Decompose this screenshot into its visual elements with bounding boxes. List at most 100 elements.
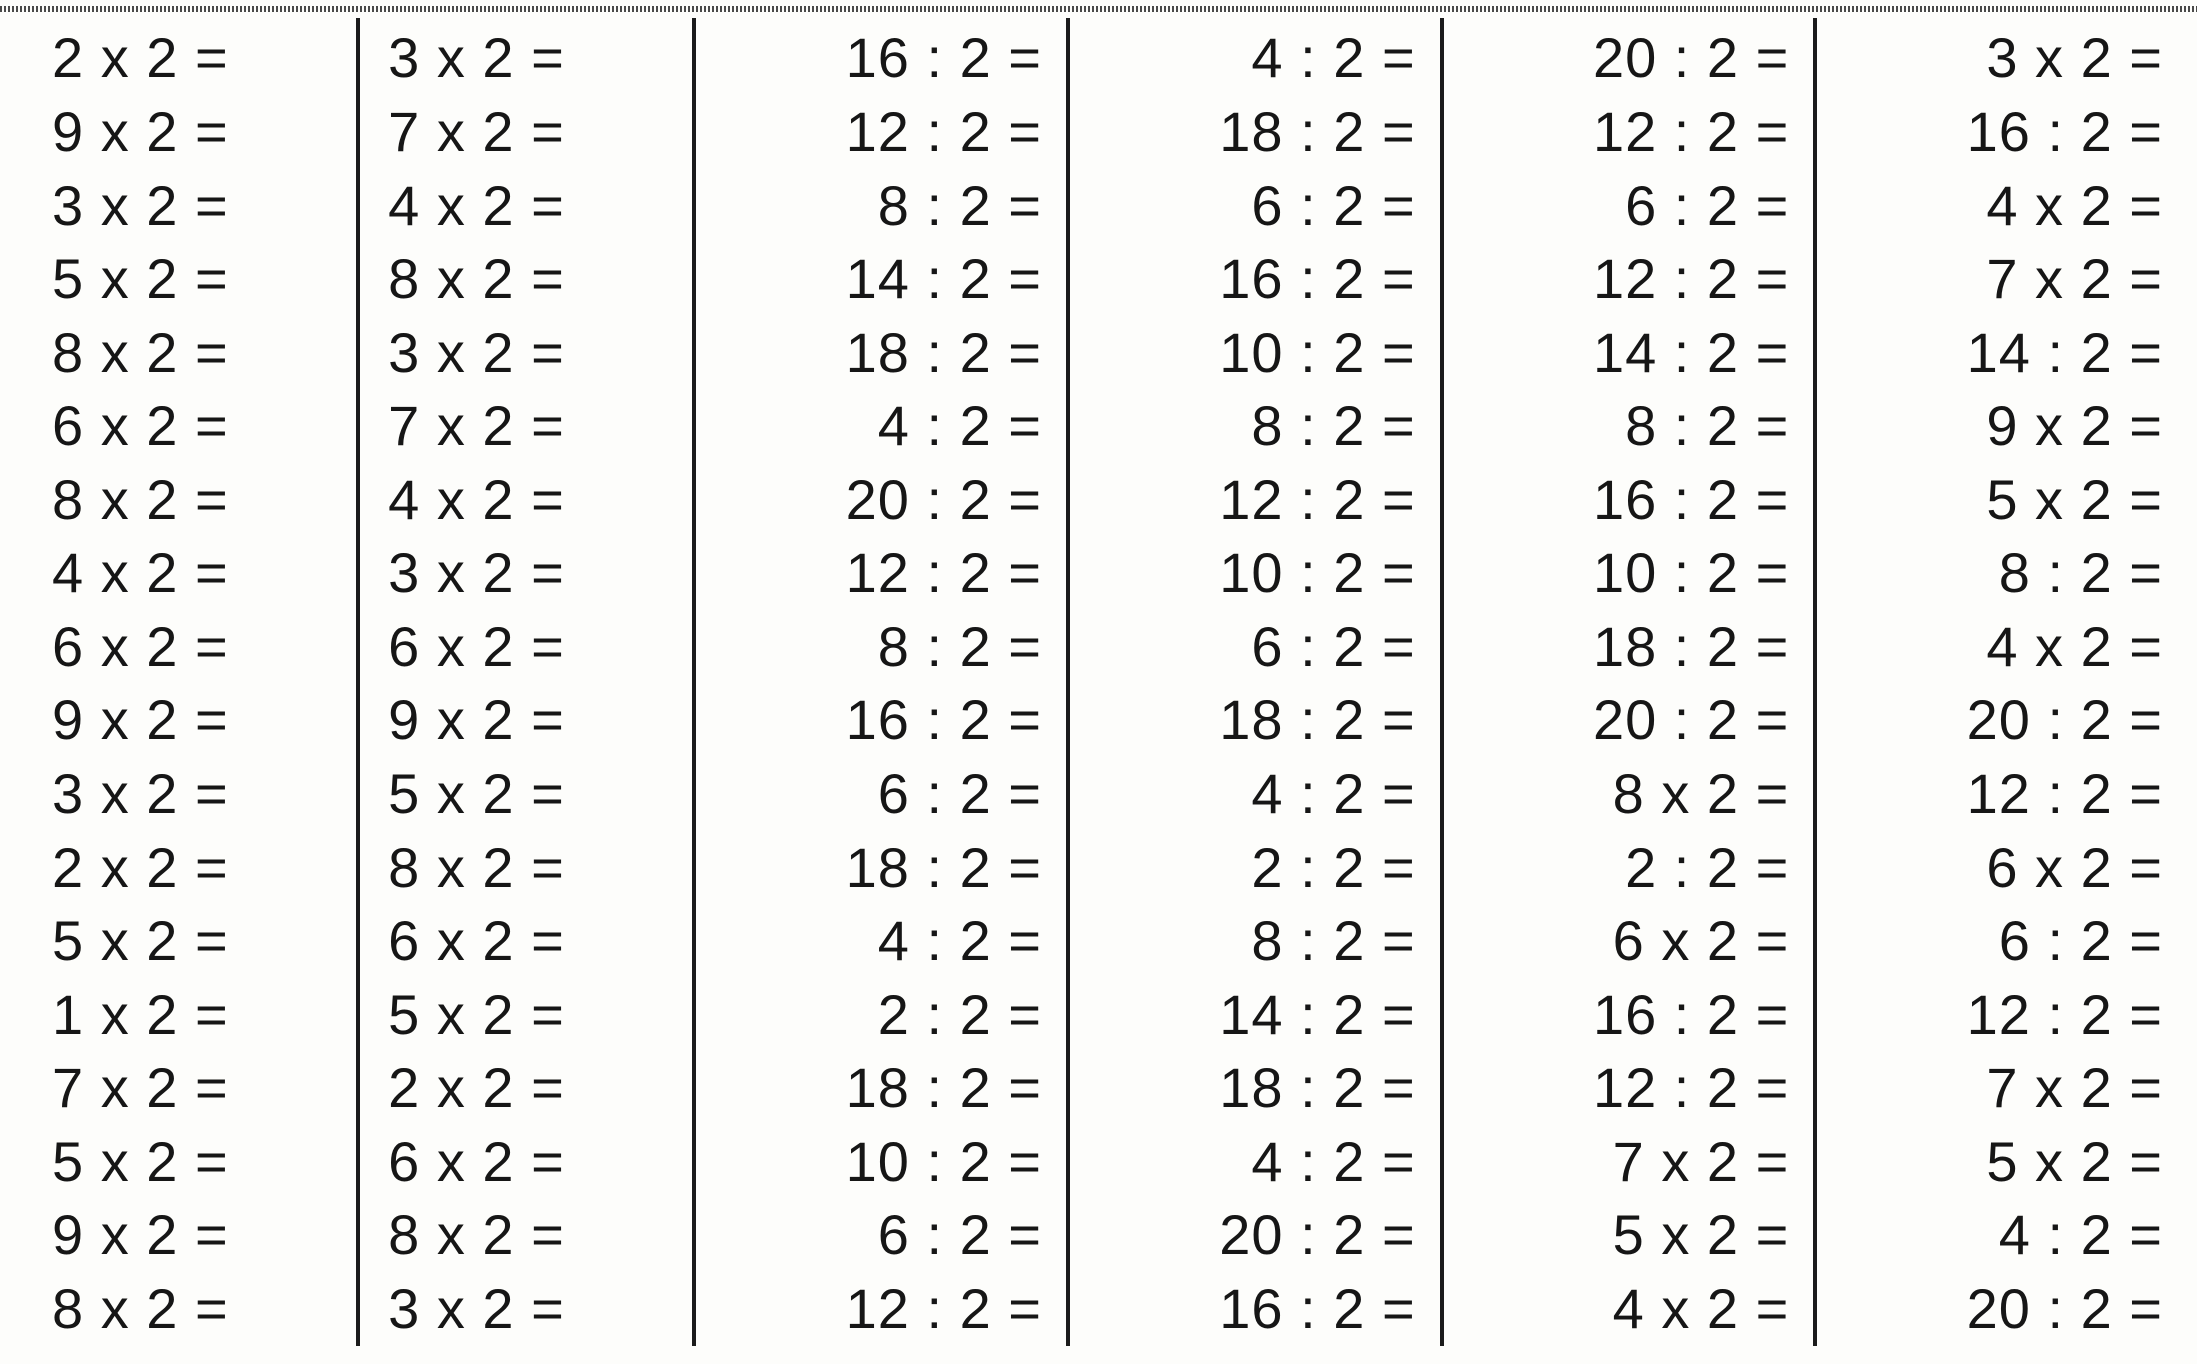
problem-cell: 14 : 2 = bbox=[1070, 978, 1440, 1052]
problem-cell: 2 x 2 = bbox=[24, 22, 356, 96]
problem-cell: 6 x 2 = bbox=[1444, 905, 1814, 979]
problem-cell: 14 : 2 = bbox=[696, 243, 1066, 317]
problem-cell: 6 x 2 = bbox=[24, 390, 356, 464]
problem-cell: 4 x 2 = bbox=[360, 463, 692, 537]
problem-cell: 7 x 2 = bbox=[1817, 243, 2187, 317]
problem-cell: 4 x 2 = bbox=[1444, 1273, 1814, 1347]
problem-column: 2 x 2 =9 x 2 =3 x 2 =5 x 2 =8 x 2 =6 x 2… bbox=[24, 18, 356, 1346]
problem-cell: 9 x 2 = bbox=[24, 1199, 356, 1273]
problem-cell: 2 x 2 = bbox=[24, 831, 356, 905]
problem-cell: 10 : 2 = bbox=[696, 1125, 1066, 1199]
problem-cell: 18 : 2 = bbox=[1444, 611, 1814, 685]
problem-cell: 7 x 2 = bbox=[1817, 1052, 2187, 1126]
problem-cell: 5 x 2 = bbox=[360, 978, 692, 1052]
problem-cell: 9 x 2 = bbox=[360, 684, 692, 758]
problem-cell: 5 x 2 = bbox=[360, 758, 692, 832]
problem-cell: 6 : 2 = bbox=[1817, 905, 2187, 979]
problem-cell: 16 : 2 = bbox=[1817, 96, 2187, 170]
problem-cell: 10 : 2 = bbox=[1070, 316, 1440, 390]
problem-cell: 7 x 2 = bbox=[360, 390, 692, 464]
problem-cell: 4 : 2 = bbox=[1817, 1199, 2187, 1273]
problem-cell: 8 : 2 = bbox=[1817, 537, 2187, 611]
problem-cell: 5 x 2 = bbox=[24, 243, 356, 317]
problem-grid: 2 x 2 =9 x 2 =3 x 2 =5 x 2 =8 x 2 =6 x 2… bbox=[24, 18, 2187, 1346]
problem-cell: 6 x 2 = bbox=[24, 611, 356, 685]
problem-cell: 16 : 2 = bbox=[1444, 463, 1814, 537]
problem-cell: 3 x 2 = bbox=[24, 758, 356, 832]
problem-cell: 6 x 2 = bbox=[360, 905, 692, 979]
problem-column: 4 : 2 =18 : 2 =6 : 2 =16 : 2 =10 : 2 =8 … bbox=[1066, 18, 1440, 1346]
problem-cell: 9 x 2 = bbox=[24, 96, 356, 170]
problem-cell: 3 x 2 = bbox=[24, 169, 356, 243]
problem-cell: 7 x 2 = bbox=[1444, 1125, 1814, 1199]
problem-cell: 12 : 2 = bbox=[1444, 1052, 1814, 1126]
problem-cell: 20 : 2 = bbox=[1817, 684, 2187, 758]
problem-cell: 9 x 2 = bbox=[1817, 390, 2187, 464]
problem-cell: 20 : 2 = bbox=[696, 463, 1066, 537]
problem-cell: 1 x 2 = bbox=[24, 978, 356, 1052]
problem-cell: 3 x 2 = bbox=[1817, 22, 2187, 96]
problem-cell: 4 x 2 = bbox=[1817, 169, 2187, 243]
problem-cell: 18 : 2 = bbox=[1070, 684, 1440, 758]
problem-cell: 16 : 2 = bbox=[1444, 978, 1814, 1052]
problem-cell: 18 : 2 = bbox=[696, 831, 1066, 905]
problem-cell: 6 x 2 = bbox=[360, 611, 692, 685]
problem-cell: 4 x 2 = bbox=[360, 169, 692, 243]
worksheet-page: 2 x 2 =9 x 2 =3 x 2 =5 x 2 =8 x 2 =6 x 2… bbox=[0, 0, 2197, 1364]
problem-cell: 20 : 2 = bbox=[1817, 1273, 2187, 1347]
problem-cell: 12 : 2 = bbox=[1070, 463, 1440, 537]
problem-cell: 2 x 2 = bbox=[360, 1052, 692, 1126]
problem-cell: 8 : 2 = bbox=[1444, 390, 1814, 464]
problem-cell: 4 : 2 = bbox=[696, 905, 1066, 979]
problem-cell: 8 x 2 = bbox=[24, 1273, 356, 1347]
problem-cell: 6 : 2 = bbox=[1444, 169, 1814, 243]
problem-cell: 2 : 2 = bbox=[1444, 831, 1814, 905]
problem-column: 3 x 2 =16 : 2 =4 x 2 =7 x 2 =14 : 2 =9 x… bbox=[1813, 18, 2187, 1346]
problem-cell: 12 : 2 = bbox=[1817, 758, 2187, 832]
problem-cell: 20 : 2 = bbox=[1444, 22, 1814, 96]
problem-cell: 20 : 2 = bbox=[1070, 1199, 1440, 1273]
problem-cell: 18 : 2 = bbox=[1070, 1052, 1440, 1126]
problem-cell: 8 x 2 = bbox=[360, 1199, 692, 1273]
problem-cell: 12 : 2 = bbox=[1444, 243, 1814, 317]
problem-column: 16 : 2 =12 : 2 =8 : 2 =14 : 2 =18 : 2 =4… bbox=[692, 18, 1066, 1346]
problem-cell: 4 : 2 = bbox=[696, 390, 1066, 464]
problem-cell: 8 : 2 = bbox=[1070, 905, 1440, 979]
problem-cell: 5 x 2 = bbox=[1444, 1199, 1814, 1273]
problem-cell: 20 : 2 = bbox=[1444, 684, 1814, 758]
problem-cell: 5 x 2 = bbox=[24, 905, 356, 979]
problem-cell: 12 : 2 = bbox=[696, 96, 1066, 170]
problem-cell: 10 : 2 = bbox=[1070, 537, 1440, 611]
problem-cell: 16 : 2 = bbox=[696, 684, 1066, 758]
problem-cell: 8 x 2 = bbox=[360, 243, 692, 317]
problem-cell: 5 x 2 = bbox=[1817, 1125, 2187, 1199]
problem-cell: 7 x 2 = bbox=[360, 96, 692, 170]
problem-cell: 12 : 2 = bbox=[696, 1273, 1066, 1347]
problem-cell: 6 : 2 = bbox=[696, 1199, 1066, 1273]
problem-cell: 12 : 2 = bbox=[1817, 978, 2187, 1052]
problem-cell: 6 : 2 = bbox=[1070, 611, 1440, 685]
problem-cell: 5 x 2 = bbox=[24, 1125, 356, 1199]
problem-cell: 16 : 2 = bbox=[696, 22, 1066, 96]
problem-cell: 6 : 2 = bbox=[696, 758, 1066, 832]
problem-cell: 4 x 2 = bbox=[24, 537, 356, 611]
problem-cell: 5 x 2 = bbox=[1817, 463, 2187, 537]
problem-cell: 4 : 2 = bbox=[1070, 22, 1440, 96]
problem-column: 3 x 2 =7 x 2 =4 x 2 =8 x 2 =3 x 2 =7 x 2… bbox=[356, 18, 692, 1346]
problem-cell: 8 : 2 = bbox=[696, 611, 1066, 685]
top-rule bbox=[0, 6, 2197, 12]
problem-cell: 8 x 2 = bbox=[24, 463, 356, 537]
problem-cell: 3 x 2 = bbox=[360, 316, 692, 390]
problem-cell: 16 : 2 = bbox=[1070, 1273, 1440, 1347]
problem-cell: 14 : 2 = bbox=[1817, 316, 2187, 390]
problem-cell: 12 : 2 = bbox=[1444, 96, 1814, 170]
problem-cell: 8 x 2 = bbox=[1444, 758, 1814, 832]
problem-cell: 4 : 2 = bbox=[1070, 1125, 1440, 1199]
problem-cell: 6 x 2 = bbox=[1817, 831, 2187, 905]
problem-cell: 4 x 2 = bbox=[1817, 611, 2187, 685]
problem-cell: 14 : 2 = bbox=[1444, 316, 1814, 390]
problem-cell: 7 x 2 = bbox=[24, 1052, 356, 1126]
problem-cell: 12 : 2 = bbox=[696, 537, 1066, 611]
problem-cell: 2 : 2 = bbox=[1070, 831, 1440, 905]
problem-cell: 3 x 2 = bbox=[360, 537, 692, 611]
